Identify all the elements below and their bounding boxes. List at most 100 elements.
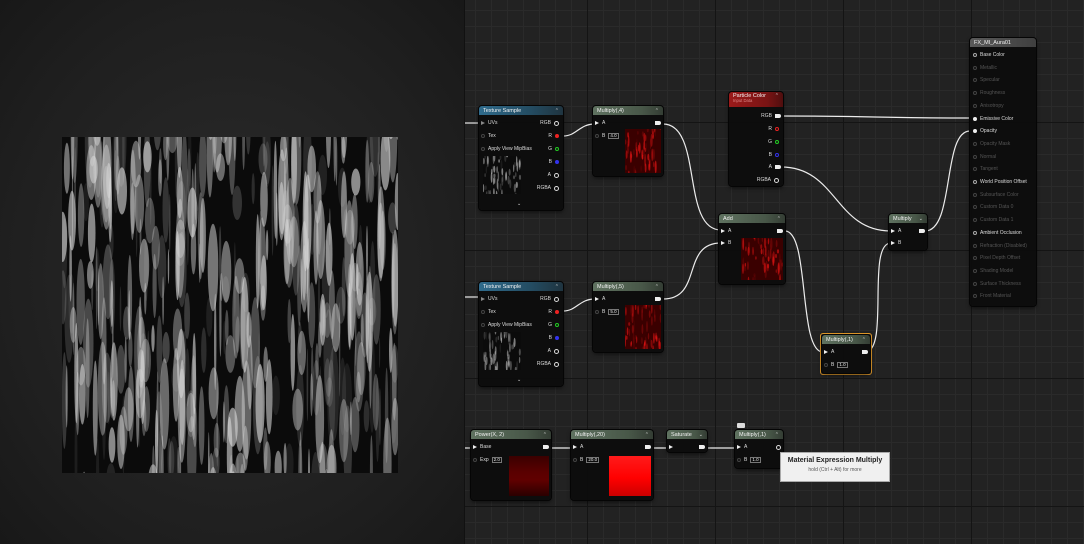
pin-icon[interactable] — [775, 140, 779, 144]
multiply-node-selected[interactable]: Multiply(,1) ⌃ A B 1.0 — [822, 335, 870, 373]
pin-icon[interactable] — [973, 78, 977, 83]
pin-icon[interactable] — [775, 153, 779, 157]
pin-icon[interactable] — [595, 134, 599, 138]
result-pin-row[interactable]: World Position Offset — [973, 178, 1027, 186]
pin-arrow-icon[interactable] — [669, 445, 673, 449]
chevron-down-icon[interactable]: ⌄ — [517, 377, 521, 383]
power-node[interactable]: Power(X, 2) ⌃ Base Exp 2.0 — [471, 430, 551, 500]
pin-icon[interactable] — [737, 458, 741, 462]
pin-icon[interactable] — [481, 147, 485, 151]
pin-icon[interactable] — [573, 458, 577, 462]
pin-icon[interactable] — [555, 336, 559, 340]
pin-arrow-icon[interactable] — [891, 241, 895, 245]
b-value-field[interactable]: 5.0 — [608, 309, 619, 315]
pin-arrow-icon[interactable] — [721, 229, 725, 233]
pin-icon[interactable] — [973, 281, 977, 286]
pin-icon[interactable] — [973, 65, 977, 70]
pin-arrow-icon[interactable] — [595, 297, 599, 301]
result-pin-row[interactable]: Subsurface Color — [973, 191, 1019, 199]
result-pin-row[interactable]: Custom Data 1 — [973, 216, 1013, 224]
saturate-node[interactable]: Saturate ⌄ — [667, 430, 707, 452]
chevron-up-icon[interactable]: ⌃ — [862, 337, 866, 343]
pin-arrow-icon[interactable] — [721, 241, 725, 245]
multiply-node[interactable]: Multiply ⌄ A B — [889, 214, 927, 250]
result-pin-row[interactable]: Surface Thickness — [973, 280, 1021, 288]
pin-icon[interactable] — [554, 361, 559, 367]
pin-icon[interactable] — [973, 167, 977, 172]
texture-sample-node-2[interactable]: Texture Sample ⌃ UVs Tex Apply View MipBi… — [479, 282, 563, 386]
pin-icon[interactable] — [973, 243, 977, 248]
chevron-up-icon[interactable]: ⌃ — [775, 432, 779, 438]
pin-icon[interactable] — [555, 160, 559, 164]
b-value-field[interactable]: 1.0 — [837, 362, 848, 368]
add-node[interactable]: Add ⌃ A B — [719, 214, 785, 284]
chevron-up-icon[interactable]: ⌃ — [543, 432, 547, 438]
result-pin-row[interactable]: Metallic — [973, 64, 997, 72]
pin-arrow-icon[interactable] — [891, 229, 895, 233]
chevron-up-icon[interactable]: ⌃ — [555, 108, 559, 114]
output-pin-icon[interactable] — [543, 445, 549, 449]
pin-icon[interactable] — [973, 230, 977, 235]
material-graph-canvas[interactable]: Texture Sample ⌃ UVs Tex Apply View MipBi… — [464, 0, 1084, 544]
result-pin-row[interactable]: Ambient Occlusion — [973, 229, 1022, 237]
pin-icon[interactable] — [973, 129, 977, 134]
output-pin-icon[interactable] — [655, 121, 661, 125]
pin-icon[interactable] — [481, 134, 485, 138]
result-pin-row[interactable]: Custom Data 0 — [973, 203, 1013, 211]
pin-icon[interactable] — [973, 116, 977, 121]
chevron-down-icon[interactable]: ⌄ — [699, 432, 703, 438]
b-value-field[interactable]: 20.0 — [586, 457, 600, 463]
pin-icon[interactable] — [973, 180, 977, 184]
output-pin-icon[interactable] — [776, 444, 781, 450]
result-pin-row[interactable]: Tangent — [973, 165, 998, 173]
result-pin-row[interactable]: Anisotropy — [973, 102, 1004, 110]
pin-icon[interactable] — [555, 323, 559, 327]
pin-arrow-icon[interactable] — [595, 121, 599, 125]
result-pin-row[interactable]: Normal — [973, 153, 996, 161]
pin-icon[interactable] — [973, 53, 977, 57]
exp-value-field[interactable]: 2.0 — [491, 457, 502, 463]
multiply-node-5[interactable]: Multiply(,5) ⌃ A B 5.0 — [593, 282, 663, 352]
multiply-node-4[interactable]: Multiply(,4) ⌃ A B 4.0 — [593, 106, 663, 176]
pin-icon[interactable] — [481, 310, 485, 314]
multiply-node-last[interactable]: Multiply(,1) ⌃ A B 1.0 — [735, 430, 783, 468]
pin-icon[interactable] — [973, 205, 977, 210]
pin-icon[interactable] — [775, 127, 779, 131]
material-preview-viewport[interactable] — [0, 0, 464, 544]
pin-icon[interactable] — [554, 348, 559, 354]
pin-icon[interactable] — [554, 172, 559, 178]
pin-icon[interactable] — [824, 363, 828, 367]
pin-icon[interactable] — [973, 294, 977, 299]
comment-bubble-icon[interactable] — [737, 423, 745, 428]
pin-icon[interactable] — [973, 103, 977, 108]
output-pin-icon[interactable] — [775, 165, 781, 169]
result-pin-row[interactable]: Opacity Mask — [973, 140, 1010, 148]
pin-icon[interactable] — [973, 154, 977, 159]
result-pin-row[interactable]: Specular — [973, 76, 1000, 84]
result-pin-row[interactable]: Pixel Depth Offset — [973, 254, 1020, 262]
result-pin-row[interactable]: Roughness — [973, 89, 1005, 97]
pin-arrow-icon[interactable] — [481, 121, 485, 125]
pin-icon[interactable] — [973, 256, 977, 261]
result-pin-row[interactable]: Emissive Color — [973, 115, 1013, 123]
multiply-node-20[interactable]: Multiply(,20) ⌃ A B 20.0 — [571, 430, 653, 500]
pin-icon[interactable] — [973, 218, 977, 223]
b-value-field[interactable]: 4.0 — [608, 133, 619, 139]
chevron-down-icon[interactable]: ⌄ — [919, 216, 923, 222]
pin-arrow-icon[interactable] — [737, 445, 741, 449]
result-pin-row[interactable]: Base Color — [973, 51, 1005, 59]
chevron-up-icon[interactable]: ⌃ — [655, 108, 659, 114]
pin-arrow-icon[interactable] — [824, 350, 828, 354]
pin-icon[interactable] — [473, 458, 477, 462]
chevron-up-icon[interactable]: ⌃ — [655, 284, 659, 290]
output-pin-icon[interactable] — [775, 114, 781, 118]
pin-icon[interactable] — [554, 296, 559, 302]
b-value-field[interactable]: 1.0 — [750, 457, 761, 463]
pin-icon[interactable] — [973, 268, 977, 273]
pin-icon[interactable] — [555, 134, 559, 138]
pin-arrow-icon[interactable] — [473, 445, 477, 449]
result-pin-row[interactable]: Opacity — [973, 127, 997, 135]
pin-icon[interactable] — [973, 91, 977, 96]
pin-arrow-icon[interactable] — [481, 297, 485, 301]
particle-color-node[interactable]: Particle Color Input Data ⌃ RGB R G B A RG… — [729, 92, 783, 186]
